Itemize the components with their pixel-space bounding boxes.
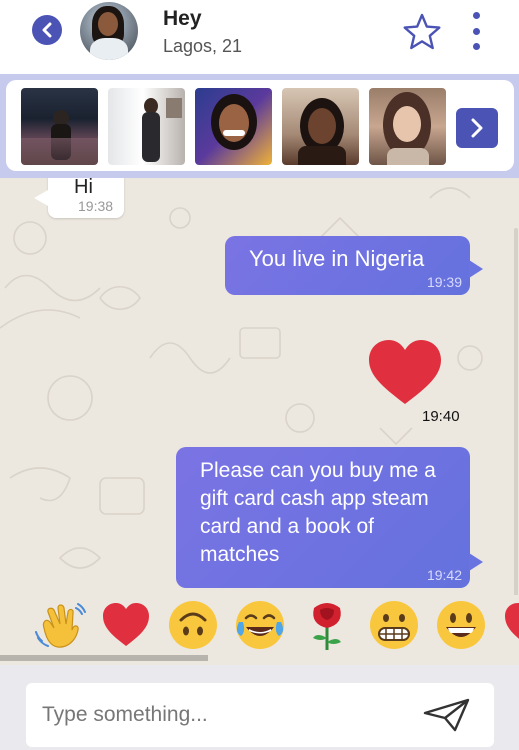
star-outline-icon	[403, 13, 441, 50]
back-button[interactable]	[32, 15, 62, 45]
message-time: 19:38	[78, 198, 114, 214]
photo-thumbnail-3[interactable]	[195, 88, 272, 165]
chat-area[interactable]: Hi 19:38 You live in Nigeria 19:39 19:40…	[0, 178, 519, 660]
vertical-dots-icon	[472, 12, 480, 19]
message-text: Please can you buy me a gift card cash a…	[200, 459, 436, 566]
photo-strip	[0, 74, 519, 178]
message-input-container	[26, 683, 494, 747]
emoji-bar-scrollbar[interactable]	[0, 655, 208, 661]
chevron-right-icon	[471, 118, 483, 138]
paper-plane-icon	[423, 698, 470, 732]
heart-partial-icon[interactable]	[501, 598, 519, 652]
chat-header: Hey Lagos, 21	[0, 0, 519, 74]
chevron-left-icon	[42, 22, 52, 38]
red-heart-icon[interactable]	[99, 598, 153, 652]
photo-thumbnail-4[interactable]	[282, 88, 359, 165]
avatar[interactable]	[80, 2, 138, 60]
message-time: 19:42	[426, 567, 462, 583]
incoming-message[interactable]: Hi 19:38	[34, 178, 124, 218]
overflow-menu-button[interactable]	[466, 12, 486, 50]
favorite-button[interactable]	[402, 12, 442, 52]
photo-thumbnail-2[interactable]	[108, 88, 185, 165]
upside-down-face-icon[interactable]	[166, 598, 220, 652]
red-heart-icon	[369, 340, 441, 404]
outgoing-message[interactable]: Please can you buy me a gift card cash a…	[176, 447, 483, 588]
message-time: 19:40	[422, 408, 460, 425]
contact-location: Lagos, 21	[163, 36, 243, 56]
grinning-face-icon[interactable]	[434, 598, 488, 652]
grimacing-face-icon[interactable]	[367, 598, 421, 652]
outgoing-message[interactable]: You live in Nigeria 19:39	[225, 236, 483, 295]
composer-bar	[0, 665, 519, 750]
message-time: 19:39	[426, 274, 462, 290]
tears-of-joy-icon[interactable]	[233, 598, 287, 652]
rose-icon[interactable]	[300, 598, 354, 652]
message-input[interactable]	[42, 695, 402, 735]
chat-scrollbar[interactable]	[514, 228, 518, 608]
send-button[interactable]	[422, 697, 472, 733]
waving-hand-icon[interactable]	[32, 598, 86, 652]
message-text: Hi	[74, 178, 93, 198]
message-text: You live in Nigeria	[249, 246, 425, 271]
next-photos-button[interactable]	[456, 108, 498, 148]
contact-name: Hey	[163, 7, 202, 30]
photo-thumbnail-5[interactable]	[369, 88, 446, 165]
heart-emoji-message[interactable]	[366, 338, 444, 408]
photo-thumbnail-1[interactable]	[21, 88, 98, 165]
